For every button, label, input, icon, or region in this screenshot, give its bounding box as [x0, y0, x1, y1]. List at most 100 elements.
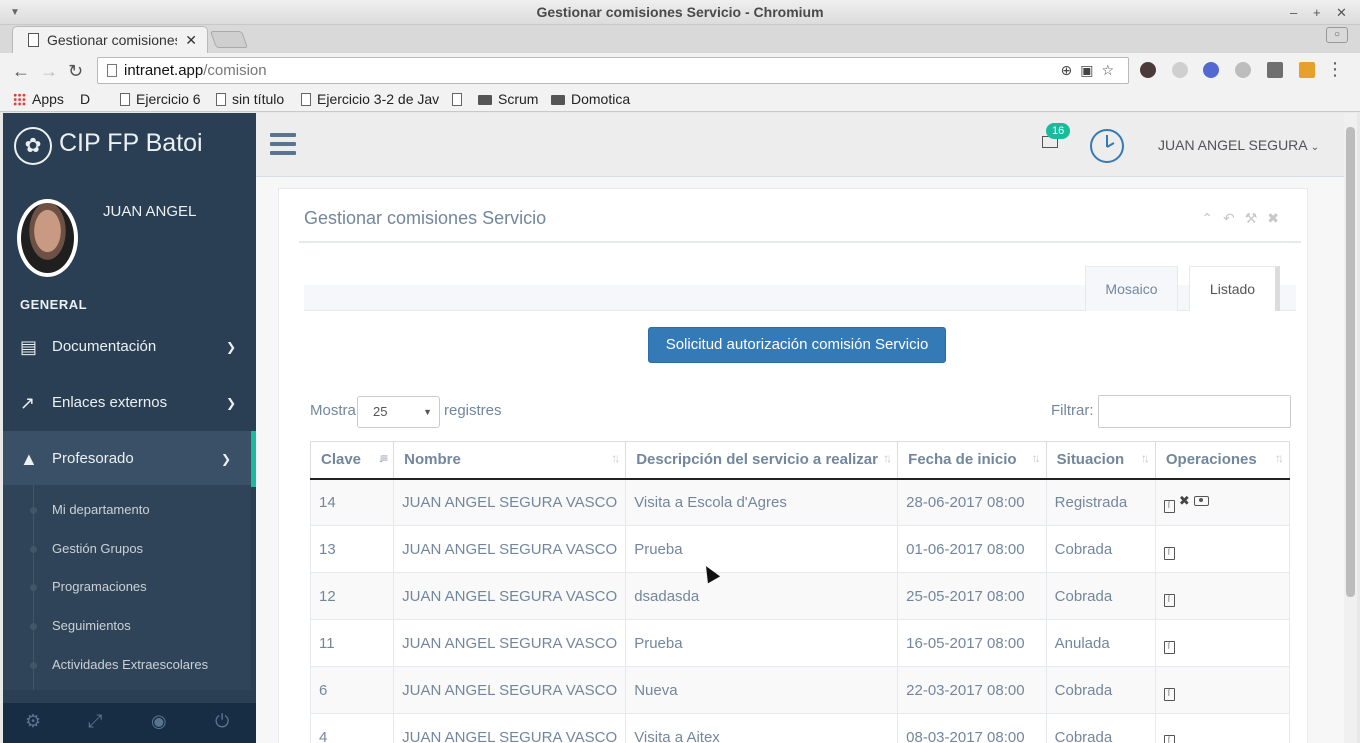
extension-orange-icon[interactable] [1299, 62, 1315, 78]
maximize-icon[interactable]: + [1313, 0, 1321, 25]
bookmark-untitled[interactable] [452, 91, 468, 107]
graduation-cap-icon: ▲ [20, 449, 38, 469]
submenu-item-seguimientos[interactable]: Seguimientos [3, 607, 251, 645]
top-nav: 16 JUAN ANGEL SEGURA ⌄ [256, 113, 1357, 177]
avatar [17, 199, 78, 277]
column-header-nombre[interactable]: Nombre ↑↓ [393, 441, 627, 480]
sidebar-item-documentacion[interactable]: ▤ Documentación ❯ [3, 319, 256, 375]
submenu-item-programaciones[interactable]: Programaciones [3, 568, 251, 606]
page-icon [28, 33, 39, 47]
submenu-item-mi-departamento[interactable]: Mi departamento [3, 491, 251, 529]
close-icon[interactable]: ✖ [1267, 210, 1289, 226]
power-icon[interactable]: ⏻ [215, 711, 229, 732]
address-bar[interactable]: intranet.app/comision ⊕▣☆ [97, 57, 1129, 84]
caret-down-icon: ▼ [423, 407, 432, 417]
pdf-icon[interactable]: ⌈ [1163, 499, 1175, 513]
notification-badge[interactable]: 16 [1046, 123, 1071, 139]
table-row: 13 JUAN ANGEL SEGURA VASCO Prueba 01-06-… [309, 525, 1291, 573]
page-scrollbar[interactable] [1344, 113, 1357, 743]
star-icon[interactable]: ☆ [1101, 62, 1122, 78]
page-length-select[interactable]: 25 ▼ [357, 396, 440, 428]
browser-menu-icon[interactable]: ⋮ [1326, 59, 1344, 80]
pdf-icon[interactable]: ⌈ [1163, 593, 1175, 607]
page-viewport: ✿ CIP FP Batoi JUAN ANGEL GENERAL ▤ Docu… [3, 113, 1357, 743]
fullscreen-icon[interactable]: ⤢ [88, 711, 102, 732]
bookmark-d[interactable]: D [80, 91, 90, 107]
extension-evernote-icon[interactable] [1140, 62, 1156, 78]
collapse-icon[interactable]: ⌃ [1201, 210, 1223, 226]
cell-situacion: Registrada [1045, 478, 1156, 526]
undo-icon[interactable]: ↶ [1223, 210, 1245, 226]
pdf-icon[interactable]: ⌈ [1163, 687, 1175, 701]
table-row: 12 JUAN ANGEL SEGURA VASCO dsadasda 25-0… [309, 572, 1291, 620]
delete-icon[interactable]: ✖ [1179, 493, 1190, 508]
submenu-item-actividades-extraescolares[interactable]: Actividades Extraescolares [3, 646, 251, 684]
cell-situacion: Cobrada [1045, 572, 1156, 620]
user-menu[interactable]: JUAN ANGEL SEGURA ⌄ [1158, 137, 1319, 153]
bookmark-apps[interactable]: Apps [13, 91, 64, 107]
eye-slash-icon[interactable]: ◉ [151, 711, 167, 732]
sidebar: ✿ CIP FP Batoi JUAN ANGEL GENERAL ▤ Docu… [3, 113, 256, 743]
submenu-item-gestion-grupos[interactable]: Gestión Grupos [3, 530, 251, 568]
tab-listado[interactable]: Listado [1189, 266, 1280, 311]
new-tab-button[interactable] [209, 31, 249, 48]
extension-r-icon[interactable] [1203, 62, 1219, 78]
chevron-down-icon: ❯ [225, 340, 236, 354]
sidebar-item-enlaces-externos[interactable]: ↗ Enlaces externos ❯ [3, 375, 256, 431]
cell-situacion: Cobrada [1045, 666, 1156, 714]
sidebar-item-profesorado[interactable]: ▲ Profesorado ❯ [3, 431, 256, 487]
tab-mosaico[interactable]: Mosaico [1085, 266, 1178, 311]
bookmark-ejercicio-6[interactable]: Ejercicio 6 [120, 91, 201, 107]
page-info-icon[interactable] [107, 64, 117, 77]
bookmarks-bar: Apps D Ejercicio 6 sin título Ejercicio … [0, 88, 1360, 112]
filter-label: Filtrar: [1051, 402, 1094, 419]
pdf-icon[interactable]: ⌈ [1163, 734, 1175, 743]
sort-icon: ↑↓ [1031, 451, 1041, 465]
extension-angular-icon[interactable] [1235, 62, 1251, 78]
sidebar-item-label: Documentación [52, 338, 157, 355]
window-titlebar: ▼ Gestionar comisiones Servicio - Chromi… [0, 0, 1360, 25]
wrench-icon[interactable]: ⚒ [1245, 210, 1268, 226]
close-window-icon[interactable]: ✕ [1336, 0, 1347, 25]
bookmark-sin-titulo[interactable]: sin título [216, 91, 284, 107]
column-header-fecha[interactable]: Fecha de inicio ↑↓ [897, 441, 1047, 480]
chevron-down-icon: ❯ [220, 452, 231, 466]
length-suffix: registres [444, 402, 502, 419]
column-header-situacion[interactable]: Situacion ↑↓ [1045, 441, 1156, 480]
bookmark-folder-scrum[interactable]: Scrum [478, 91, 538, 107]
minimize-icon[interactable]: – [1290, 0, 1297, 25]
pdf-icon[interactable]: ⌈ [1163, 640, 1175, 654]
scrollbar-thumb[interactable] [1346, 127, 1355, 597]
back-icon[interactable]: ← [12, 61, 30, 82]
forward-icon[interactable]: → [40, 61, 58, 82]
clock-icon[interactable] [1090, 129, 1124, 163]
cell-operaciones: ⌈ [1154, 713, 1291, 743]
close-tab-icon[interactable]: ✕ [185, 27, 197, 53]
reload-icon[interactable]: ↻ [68, 61, 83, 82]
window-menu-icon[interactable]: ▼ [10, 0, 20, 25]
tab-strip: Gestionar comisiones ✕ ○ [0, 25, 1360, 53]
translate-icon[interactable]: ▣ [1080, 62, 1101, 78]
column-header-operaciones[interactable]: Operaciones ↑↓ [1154, 441, 1291, 480]
cell-clave: 6 [309, 666, 395, 714]
pdf-icon[interactable]: ⌈ [1163, 546, 1175, 560]
request-authorization-button[interactable]: Solicitud autorización comisión Servicio [648, 327, 946, 363]
profile-icon[interactable]: ○ [1326, 27, 1348, 43]
browser-tab[interactable]: Gestionar comisiones ✕ [12, 26, 208, 53]
zoom-icon[interactable]: ⊕ [1060, 62, 1080, 78]
bookmark-folder-domotica[interactable]: Domotica [551, 91, 630, 107]
settings-icon[interactable]: ⚙ [25, 711, 41, 732]
menu-toggle-icon[interactable] [270, 133, 296, 155]
page-title: Gestionar comisiones Servicio [304, 208, 547, 228]
external-link-icon: ↗ [20, 393, 36, 413]
cell-nombre: JUAN ANGEL SEGURA VASCO [393, 572, 627, 620]
filter-input[interactable] [1098, 395, 1291, 428]
extension-gray-icon[interactable] [1172, 62, 1188, 78]
money-icon[interactable] [1193, 495, 1209, 506]
folder-icon [551, 95, 565, 105]
column-header-clave[interactable]: Clave ↓≡ [309, 441, 395, 480]
extension-vue-icon[interactable] [1267, 62, 1283, 78]
column-header-descripcion[interactable]: Descripción del servicio a realizar ↑↓ [625, 441, 899, 480]
section-title: GENERAL [20, 297, 88, 312]
bookmark-ejercicio-3-2[interactable]: Ejercicio 3-2 de Jav [301, 91, 439, 107]
